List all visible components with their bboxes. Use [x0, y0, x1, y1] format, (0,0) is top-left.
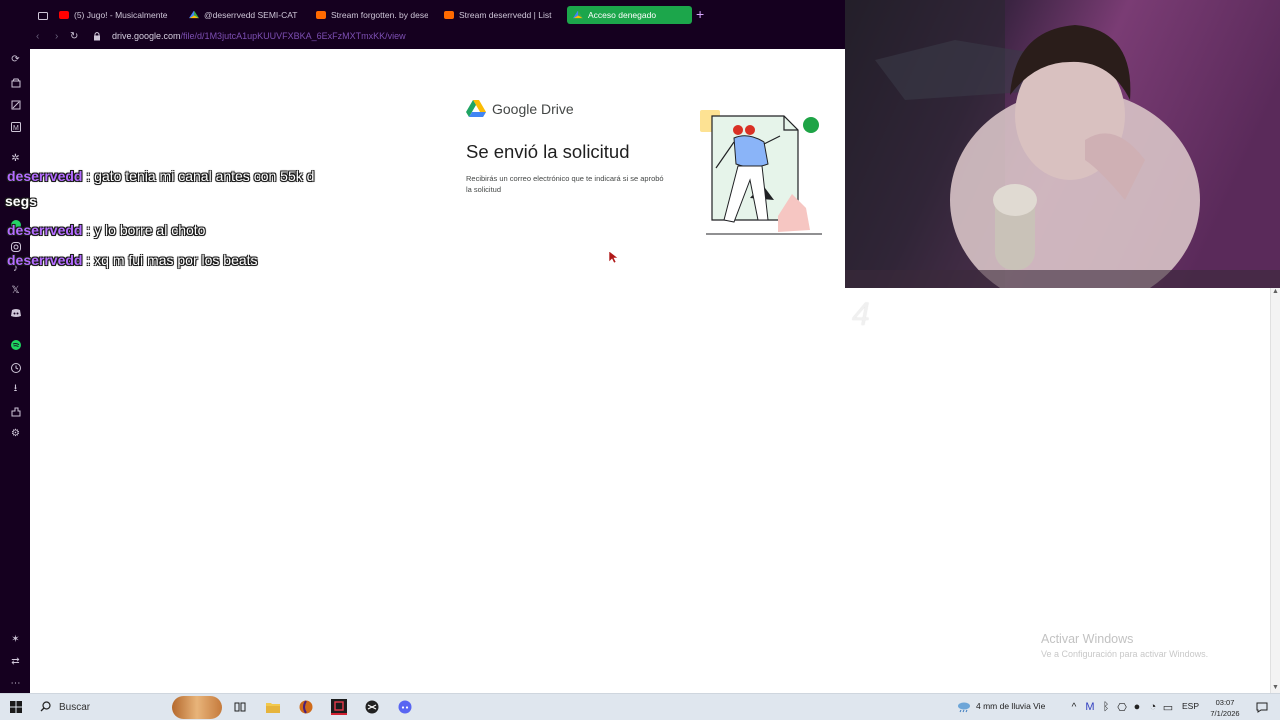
- tray-malwarebytes-icon[interactable]: M: [1082, 699, 1098, 715]
- google-drive-logo: Google Drive: [466, 100, 574, 118]
- browser-sidebar: ⟳ M ✲ ♪ 𝕏 ⭳ ⚙ ✶ ⇄ ⋯: [0, 0, 30, 693]
- chat-message: deserrvedd : xq m fui mas por los beats: [7, 252, 258, 268]
- discord-app-icon[interactable]: [397, 699, 413, 715]
- browser-app-icon[interactable]: [298, 699, 314, 715]
- tab-label: (5) Jugo! - Musicalmente: [74, 10, 168, 20]
- tray-bluetooth-icon[interactable]: ᛒ: [1098, 699, 1114, 715]
- url-host: drive.google.com: [112, 31, 181, 41]
- tab-soundcloud-forgotten[interactable]: Stream forgotten. by dese: [316, 6, 428, 24]
- spotify-icon[interactable]: [9, 338, 22, 351]
- scroll-up-icon[interactable]: ▲: [1271, 288, 1280, 296]
- tab-label: Stream forgotten. by dese: [331, 10, 428, 20]
- tray-network-icon[interactable]: ⎔: [1114, 699, 1130, 715]
- tray-battery-icon[interactable]: ▭: [1160, 699, 1176, 715]
- weather-rain-icon[interactable]: [956, 699, 972, 715]
- google-drive-wordmark: Google Drive: [492, 101, 574, 117]
- weather-text[interactable]: 4 mm de lluvia Vie: [976, 701, 1045, 711]
- chat-separator: :: [82, 252, 95, 268]
- tab-label: Stream deserrvedd | List: [459, 10, 552, 20]
- windows-start-icon[interactable]: [8, 699, 24, 715]
- tab-soundcloud-deserrvedd[interactable]: Stream deserrvedd | List: [444, 6, 556, 24]
- tab-overview-icon[interactable]: [36, 9, 49, 22]
- file-explorer-icon[interactable]: [265, 699, 281, 715]
- mouse-cursor-icon: [608, 250, 618, 264]
- soundcloud-icon: [316, 11, 326, 19]
- drive-icon: [573, 10, 583, 19]
- notes-icon[interactable]: [9, 98, 22, 111]
- tray-overflow-icon[interactable]: ^: [1066, 699, 1082, 715]
- activate-windows-subtitle: Ve a Configuración para activar Windows.: [1041, 649, 1209, 659]
- scroll-down-icon[interactable]: ▼: [1271, 684, 1280, 692]
- soundcloud-icon: [444, 11, 454, 19]
- more-options-icon[interactable]: ⋯: [9, 677, 22, 690]
- windows-taskbar: Buscar 4 mm de lluvia Vie ^ M ᛒ ⎔ ● ◔ ▭ …: [0, 693, 1280, 720]
- overlay-number: 4: [852, 296, 870, 332]
- page-scrollbar[interactable]: [1270, 288, 1280, 693]
- sidebar-tools-icon[interactable]: ⇄: [9, 655, 22, 668]
- back-icon[interactable]: ‹: [36, 31, 39, 42]
- new-tab-button[interactable]: +: [696, 6, 704, 22]
- page-description: Recibirás un correo electrónico que te i…: [466, 174, 664, 194]
- forward-icon[interactable]: ›: [55, 31, 58, 42]
- chat-separator: :: [82, 168, 95, 184]
- store-icon[interactable]: [9, 76, 22, 89]
- search-label: Buscar: [59, 702, 91, 713]
- tab-acceso-denegado[interactable]: Acceso denegado: [567, 6, 692, 24]
- chatgpt-icon[interactable]: ✲: [9, 152, 22, 165]
- downloads-icon[interactable]: ⭳: [9, 383, 22, 396]
- extensions-icon[interactable]: [9, 405, 22, 418]
- taskbar-clock[interactable]: 03:07 7/1/2026: [1205, 697, 1245, 719]
- settings-gear-icon[interactable]: ⚙: [9, 427, 22, 440]
- youtube-icon: [59, 11, 69, 19]
- activate-windows-title: Activar Windows: [1041, 632, 1134, 646]
- search-highlight-image[interactable]: [172, 696, 222, 719]
- chat-text: y lo borre al choto: [94, 222, 206, 238]
- notification-center-icon[interactable]: [1254, 699, 1270, 715]
- chat-username: deserrvedd: [7, 222, 83, 238]
- chat-text: xq m fui mas por los beats: [94, 252, 258, 268]
- app-red-icon[interactable]: [331, 699, 347, 715]
- tray-wifi-icon[interactable]: ◔: [1145, 699, 1161, 715]
- search-icon: [40, 700, 51, 715]
- svg-text:M: M: [13, 125, 19, 132]
- webcam-overlay: [845, 0, 1280, 288]
- lock-icon: [93, 31, 101, 44]
- webcam-feed-image: [845, 0, 1280, 288]
- discord-icon[interactable]: [9, 306, 22, 319]
- drive-icon: [189, 10, 199, 19]
- tab-youtube[interactable]: (5) Jugo! - Musicalmente: [59, 6, 171, 24]
- chat-username: deserrvedd: [7, 252, 83, 268]
- task-view-icon[interactable]: [232, 699, 248, 715]
- chat-text: gato tenia mi canal antes con 55k d: [94, 168, 315, 184]
- clock-time: 03:07: [1215, 698, 1235, 707]
- chat-message-continuation: segs: [5, 193, 37, 209]
- chat-message: deserrvedd : y lo borre al choto: [7, 222, 205, 238]
- input-language[interactable]: ESP: [1182, 701, 1199, 711]
- refresh-icon[interactable]: ⟳: [9, 53, 22, 66]
- pin-icon[interactable]: ✶: [9, 633, 22, 646]
- messenger-icon[interactable]: M: [9, 120, 22, 133]
- chat-message: deserrvedd : gato tenia mi canal antes c…: [7, 168, 314, 184]
- tab-label: Acceso denegado: [588, 10, 657, 20]
- chat-username: deserrvedd: [7, 168, 83, 184]
- url-field[interactable]: drive.google.com/file/d/1M3jutcA1upKUUVF…: [112, 31, 406, 41]
- url-path: /file/d/1M3jutcA1upKUUVFXBKA_6ExFzMXTmxK…: [180, 31, 406, 41]
- screen: ⟳ M ✲ ♪ 𝕏 ⭳ ⚙ ✶ ⇄ ⋯ (5) Jugo! - Musicalm…: [0, 0, 1280, 720]
- x-twitter-icon[interactable]: 𝕏: [9, 284, 22, 297]
- request-sent-illustration: [700, 110, 822, 235]
- tab-drive-semi-cat[interactable]: @deserrvedd SEMI-CAT: [189, 6, 299, 24]
- clock-date: 7/1/2026: [1210, 709, 1240, 718]
- reload-icon[interactable]: ↻: [70, 31, 78, 42]
- tab-label: @deserrvedd SEMI-CAT: [204, 10, 298, 20]
- history-icon[interactable]: [9, 361, 22, 374]
- capcut-icon[interactable]: [364, 699, 380, 715]
- chat-separator: :: [82, 222, 95, 238]
- page-title: Se envió la solicitud: [466, 141, 630, 162]
- tray-microphone-icon[interactable]: ●: [1129, 699, 1145, 715]
- browser-tab-bar: (5) Jugo! - Musicalmente @deserrvedd SEM…: [0, 0, 845, 30]
- google-drive-icon: [466, 100, 486, 117]
